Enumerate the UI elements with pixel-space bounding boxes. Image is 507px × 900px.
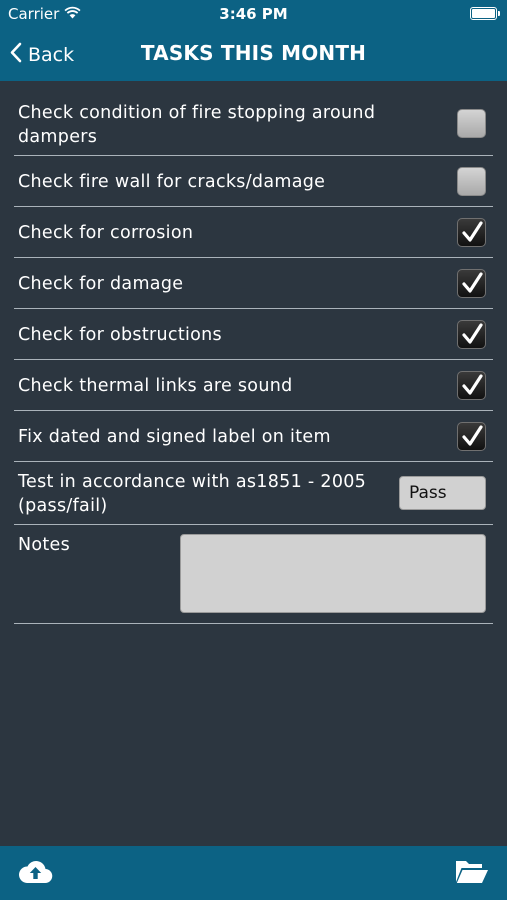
test-label-continued: (pass/fail) [18, 496, 108, 516]
task-checkbox[interactable] [457, 422, 486, 451]
notes-label: Notes [18, 535, 71, 555]
task-label: Check for obstructions [18, 325, 222, 345]
checkmark-icon [462, 425, 483, 446]
task-label: Check thermal links are sound [18, 376, 293, 396]
task-checkbox[interactable] [457, 109, 486, 138]
task-checkbox[interactable] [457, 218, 486, 247]
task-row: Check for damage [14, 258, 493, 309]
battery-icon [470, 7, 500, 20]
task-checkbox[interactable] [457, 167, 486, 196]
task-row: Check for corrosion [14, 207, 493, 258]
test-label: Test in accordance with as1851 - 2005 [18, 472, 367, 492]
task-label-continued: dampers [18, 127, 98, 147]
status-bar: Carrier 3:46 PM [0, 0, 507, 28]
status-time: 3:46 PM [219, 5, 288, 23]
task-list: Check condition of fire stopping around … [14, 88, 493, 624]
pass-fail-select[interactable]: Pass [399, 476, 486, 510]
task-row: Check thermal links are sound [14, 360, 493, 411]
task-row: Check condition of fire stopping around … [14, 88, 493, 156]
task-label: Check for corrosion [18, 223, 194, 243]
test-row: Test in accordance with as1851 - 2005 (p… [14, 462, 493, 525]
task-row: Check for obstructions [14, 309, 493, 360]
notes-field[interactable] [180, 534, 486, 613]
top-bar: Carrier 3:46 PM Back TASKS THIS MONTH [0, 0, 507, 81]
task-checkbox[interactable] [457, 269, 486, 298]
task-row: Fix dated and signed label on item [14, 411, 493, 462]
checkmark-icon [462, 374, 483, 395]
page-title: TASKS THIS MONTH [140, 41, 367, 65]
checkmark-icon [462, 323, 483, 344]
task-row: Check fire wall for cracks/damage [14, 156, 493, 207]
task-label: Fix dated and signed label on item [18, 427, 331, 447]
task-label: Check for damage [18, 274, 184, 294]
checkmark-icon [462, 221, 483, 242]
checkmark-icon [462, 272, 483, 293]
task-label: Check fire wall for cracks/damage [18, 172, 326, 192]
task-checkbox[interactable] [457, 320, 486, 349]
notes-row: Notes [14, 525, 493, 624]
cloud-upload-icon[interactable] [18, 858, 53, 889]
task-checkbox[interactable] [457, 371, 486, 400]
task-label: Check condition of fire stopping around [18, 103, 376, 123]
bottom-toolbar [0, 846, 507, 900]
open-folder-icon[interactable] [455, 858, 489, 889]
